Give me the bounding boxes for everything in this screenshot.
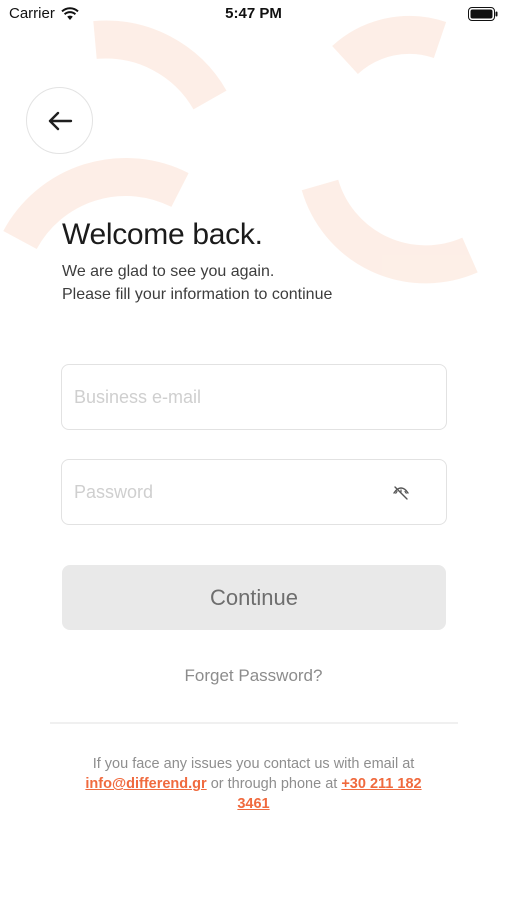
- page-title: Welcome back.: [62, 218, 263, 251]
- forget-password-link[interactable]: Forget Password?: [0, 666, 507, 686]
- status-time: 5:47 PM: [225, 5, 282, 22]
- footer-text-1: If you face any issues you contact us wi…: [92, 756, 415, 772]
- divider: [50, 722, 458, 724]
- password-field-container: [61, 459, 447, 525]
- password-field[interactable]: [74, 460, 374, 524]
- email-field[interactable]: [74, 365, 374, 429]
- back-button[interactable]: [26, 87, 93, 154]
- footer-text-2: or through phone at: [206, 776, 342, 792]
- page-subtitle: We are glad to see you again. Please fil…: [62, 260, 332, 306]
- arrow-left-icon: [48, 111, 72, 130]
- battery-icon: [468, 7, 498, 21]
- subtitle-line-1: We are glad to see you again.: [62, 263, 275, 280]
- support-email-link[interactable]: info@differend.gr: [85, 776, 206, 792]
- continue-button[interactable]: Continue: [62, 565, 446, 630]
- subtitle-line-2: Please fill your information to continue: [62, 286, 333, 303]
- email-field-container: [61, 364, 447, 430]
- background-decoration: [3, 15, 478, 284]
- status-bar: Carrier 5:47 PM: [0, 0, 507, 30]
- eye-off-icon[interactable]: [392, 484, 410, 502]
- support-footer: If you face any issues you contact us wi…: [70, 754, 437, 814]
